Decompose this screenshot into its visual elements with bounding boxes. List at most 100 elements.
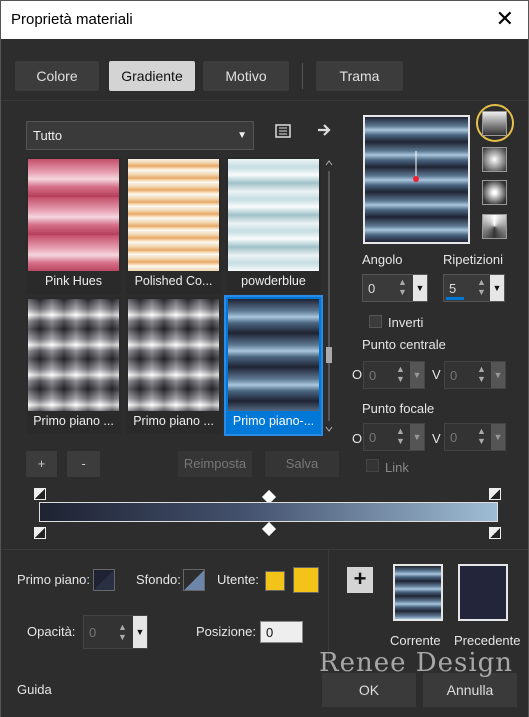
close-icon[interactable]: ✕	[496, 6, 514, 32]
background-swatch[interactable]	[183, 569, 205, 591]
title-bar: Proprietà materiali ✕	[1, 1, 528, 39]
window-title: Proprietà materiali	[11, 11, 133, 28]
tab-trama[interactable]: Trama	[316, 61, 403, 91]
previous-swatch[interactable]	[458, 564, 508, 621]
library-scrollbar[interactable]	[324, 157, 334, 435]
category-dropdown[interactable]: Tutto ▼	[26, 121, 254, 150]
user-color-swatch-large[interactable]	[293, 567, 319, 593]
save-button[interactable]: Salva	[265, 451, 339, 477]
chevron-down-icon[interactable]: ▼	[133, 616, 147, 648]
repeats-label: Ripetizioni	[443, 252, 503, 267]
gradient-item[interactable]: Polished Co...	[126, 157, 221, 294]
spin-arrows-icon[interactable]: ▲ ▼	[477, 277, 486, 297]
opacity-value: 0	[89, 625, 97, 640]
gradient-label: Primo piano ...	[33, 414, 114, 428]
gradient-label: Primo piano ...	[133, 414, 214, 428]
gradient-swatch	[28, 299, 119, 411]
spin-arrows-icon[interactable]: ▲ ▼	[477, 364, 486, 384]
chevron-down-icon[interactable]: ▼	[491, 424, 505, 450]
position-field[interactable]: 0	[260, 621, 303, 643]
gradient-swatch	[228, 299, 319, 411]
opacity-stop-left[interactable]	[34, 488, 46, 500]
invert-checkbox[interactable]	[369, 315, 382, 328]
opacity-stop-right[interactable]	[489, 488, 501, 500]
gradient-label: powderblue	[241, 274, 306, 288]
gradient-swatch	[128, 159, 219, 271]
tab-motivo[interactable]: Motivo	[203, 61, 289, 91]
radial-style-button[interactable]	[482, 180, 507, 205]
chevron-down-icon[interactable]: ▼	[490, 275, 504, 301]
spin-arrows-icon[interactable]: ▲ ▼	[398, 277, 407, 297]
gradient-swatch	[128, 299, 219, 411]
user-color-swatch[interactable]	[265, 571, 285, 591]
focal-point-label: Punto focale	[362, 401, 435, 416]
gradient-label: Pink Hues	[45, 274, 102, 288]
gradient-item[interactable]: Primo piano ...	[26, 297, 121, 434]
focal-v-stepper[interactable]: 0 ▲ ▼ ▼	[444, 423, 506, 451]
gradient-label: Primo piano-...	[232, 414, 315, 428]
chevron-down-icon[interactable]: ▼	[413, 275, 427, 301]
repeats-stepper[interactable]: 5 ▲ ▼ ▼	[443, 274, 505, 302]
focal-h-stepper[interactable]: 0 ▲ ▼ ▼	[363, 423, 425, 451]
foreground-swatch[interactable]	[93, 569, 115, 591]
spin-arrows-icon[interactable]: ▲ ▼	[396, 364, 405, 384]
spin-arrows-icon[interactable]: ▲ ▼	[396, 426, 405, 446]
opacity-label: Opacità:	[27, 624, 76, 639]
center-h-stepper[interactable]: 0 ▲ ▼ ▼	[363, 361, 425, 389]
sunburst-style-button[interactable]	[482, 214, 507, 239]
chevron-down-icon[interactable]: ▼	[491, 362, 505, 388]
cancel-button[interactable]: Annulla	[423, 673, 517, 707]
color-midpoint-marker[interactable]	[261, 521, 277, 537]
spin-arrows-icon[interactable]: ▲ ▼	[477, 426, 486, 446]
center-v-stepper[interactable]: 0 ▲ ▼ ▼	[444, 361, 506, 389]
position-label: Posizione:	[196, 624, 256, 639]
rectangular-style-button[interactable]	[482, 147, 507, 172]
tab-gradiente[interactable]: Gradiente	[109, 61, 195, 91]
spin-arrows-icon[interactable]: ▲ ▼	[118, 622, 127, 642]
link-checkbox[interactable]	[366, 459, 379, 472]
reset-button[interactable]: Reimposta	[178, 451, 252, 477]
focal-v-value: 0	[450, 430, 458, 445]
previous-label: Precedente	[454, 633, 521, 648]
focal-h-value: 0	[369, 430, 377, 445]
gradient-item-selected[interactable]: Primo piano-...	[224, 295, 323, 436]
current-swatch[interactable]	[393, 564, 443, 621]
focal-v-label: V	[432, 431, 441, 446]
material-properties-window: Proprietà materiali ✕ Colore Gradiente M…	[0, 0, 529, 717]
gradient-library: Pink Hues Polished Co... powderblue Prim…	[26, 157, 323, 437]
linear-style-button[interactable]	[482, 111, 507, 136]
library-icon[interactable]	[273, 123, 293, 143]
gradient-item[interactable]: powderblue	[226, 157, 321, 294]
ok-button[interactable]: OK	[322, 673, 416, 707]
center-handle[interactable]	[413, 176, 419, 182]
color-stop-left[interactable]	[34, 527, 46, 539]
foreground-label: Primo piano:	[17, 572, 90, 587]
repeats-value: 5	[449, 281, 457, 296]
center-v-label: V	[432, 367, 441, 382]
gradient-editor-bar[interactable]	[39, 502, 498, 522]
user-label: Utente:	[217, 572, 259, 587]
link-label: Link	[385, 460, 409, 475]
add-gradient-button[interactable]: +	[26, 451, 57, 477]
tab-colore[interactable]: Colore	[15, 61, 99, 91]
opacity-stepper[interactable]: 0 ▲ ▼ ▼	[83, 615, 148, 649]
chevron-down-icon[interactable]: ▼	[410, 362, 424, 388]
help-link[interactable]: Guida	[17, 682, 52, 697]
gradient-item[interactable]: Primo piano ...	[126, 297, 221, 434]
angle-label: Angolo	[362, 252, 403, 267]
remove-gradient-button[interactable]: -	[67, 451, 100, 477]
tab-divider	[302, 63, 303, 89]
gradient-item[interactable]: Pink Hues	[26, 157, 121, 294]
gradient-preview[interactable]	[363, 115, 470, 244]
position-value: 0	[266, 625, 274, 640]
arrow-right-icon[interactable]	[314, 122, 334, 142]
color-stop-right[interactable]	[489, 527, 501, 539]
add-swatch-button[interactable]: +	[347, 567, 373, 593]
background-label: Sfondo:	[136, 572, 181, 587]
focus-underline	[446, 297, 464, 300]
current-label: Corrente	[390, 633, 441, 648]
gradient-swatch	[228, 159, 319, 271]
angle-stepper[interactable]: 0 ▲ ▼ ▼	[362, 274, 428, 302]
center-h-value: 0	[369, 368, 377, 383]
chevron-down-icon[interactable]: ▼	[410, 424, 424, 450]
